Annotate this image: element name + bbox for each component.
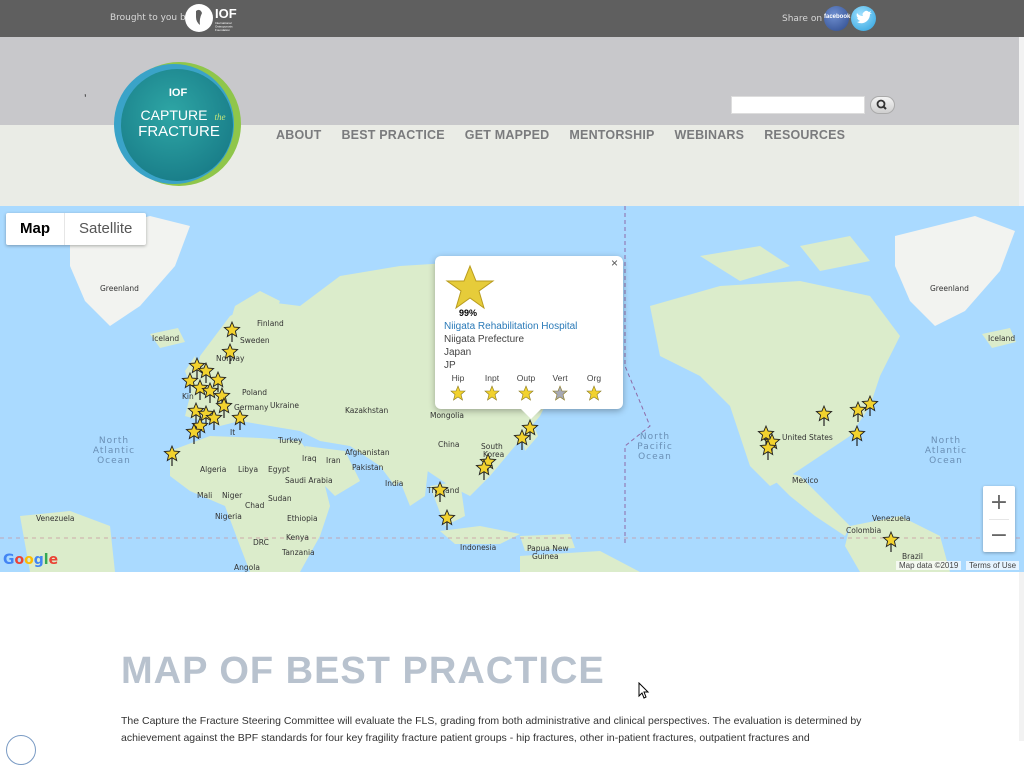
nav-get-mapped[interactable]: GET MAPPED (465, 128, 550, 144)
svg-text:CAPTURE: CAPTURE (141, 107, 208, 123)
chat-icon[interactable] (6, 735, 36, 765)
map-type-map-button[interactable]: Map (6, 213, 64, 245)
nav-about[interactable]: ABOUT (276, 128, 321, 144)
nav-resources[interactable]: RESOURCES (764, 128, 845, 144)
svg-text:FRACTURE: FRACTURE (138, 123, 220, 140)
brought-to-you-text: Brought to you by (110, 13, 192, 23)
svg-text:IOF: IOF (169, 87, 188, 99)
category-star-icon (484, 385, 500, 401)
svg-text:the: the (215, 112, 226, 122)
category-label-outp: Outp (516, 373, 536, 383)
location-marker-icon[interactable] (849, 400, 867, 422)
stray-mark: ʼ (84, 92, 87, 106)
search-button[interactable] (870, 96, 895, 114)
nav-best-practice[interactable]: BEST PRACTICE (341, 128, 444, 144)
map-data-attribution: Map data ©2019 (896, 561, 962, 570)
location-marker-icon[interactable] (223, 320, 241, 342)
location-marker-icon[interactable] (848, 424, 866, 446)
facebook-label: facebook (824, 14, 851, 20)
page-heading: MAP OF BEST PRACTICE (121, 650, 605, 692)
map-type-satellite-button[interactable]: Satellite (64, 213, 146, 245)
twitter-icon[interactable] (851, 6, 876, 31)
intro-paragraph: The Capture the Fracture Steering Commit… (121, 715, 862, 744)
hospital-country-code: JP (444, 360, 456, 371)
location-marker-icon[interactable] (431, 480, 449, 502)
location-marker-icon[interactable] (438, 508, 456, 530)
terms-of-use-link[interactable]: Terms of Use (966, 561, 1020, 570)
svg-text:Foundation: Foundation (215, 28, 230, 32)
location-marker-icon[interactable] (163, 444, 181, 466)
svg-text:IOF: IOF (215, 6, 237, 21)
map-type-control: Map Satellite (6, 213, 147, 245)
category-star-icon (518, 385, 534, 401)
category-star-icon (552, 385, 568, 401)
category-label-hip: Hip (451, 373, 465, 383)
hospital-name-link[interactable]: Niigata Rehabilitation Hospital (444, 321, 577, 332)
category-label-inpt: Inpt (484, 373, 500, 383)
category-star-icon (450, 385, 466, 401)
rating-star-icon (445, 264, 495, 310)
share-on-text: Share on (782, 14, 823, 24)
location-marker-icon[interactable] (882, 530, 900, 552)
location-marker-icon[interactable] (231, 408, 249, 430)
close-icon[interactable]: × (611, 256, 618, 270)
nav-webinars[interactable]: WEBINARS (675, 128, 745, 144)
iof-logo[interactable]: IOF International Osteoporosis Foundatio… (184, 3, 254, 33)
top-bar: Brought to you by IOF International Oste… (0, 0, 1024, 37)
search-icon (876, 99, 887, 110)
search-input[interactable] (731, 96, 865, 114)
hospital-region: Niigata Prefecture (444, 334, 525, 345)
world-map[interactable]: Greenland Greenland Finland Sweden Norwa… (0, 206, 1024, 572)
capture-the-fracture-logo[interactable]: IOF CAPTURE the FRACTURE (112, 62, 242, 188)
mouse-cursor-icon (638, 682, 650, 699)
nav-mentorship[interactable]: MENTORSHIP (569, 128, 654, 144)
location-marker-icon[interactable] (815, 404, 833, 426)
location-marker-icon[interactable] (221, 342, 239, 364)
category-label-vert: Vert (552, 373, 568, 383)
google-logo[interactable]: Google (3, 552, 58, 568)
zoom-control: + − (983, 486, 1015, 552)
main-nav: ABOUT BEST PRACTICE GET MAPPED MENTORSHI… (276, 128, 865, 144)
location-marker-icon[interactable] (181, 371, 199, 393)
category-star-icon (586, 385, 602, 401)
category-label-org: Org (586, 373, 602, 383)
rating-percent: 99% (459, 308, 478, 318)
facebook-icon[interactable]: facebook (824, 6, 851, 31)
hospital-country: Japan (444, 347, 472, 358)
hospital-info-popup: × 99% Niigata Rehabilitation Hospital Ni… (435, 256, 623, 419)
zoom-in-button[interactable]: + (983, 486, 1015, 519)
zoom-out-button[interactable]: − (983, 519, 1015, 552)
location-marker-icon[interactable] (861, 394, 879, 416)
